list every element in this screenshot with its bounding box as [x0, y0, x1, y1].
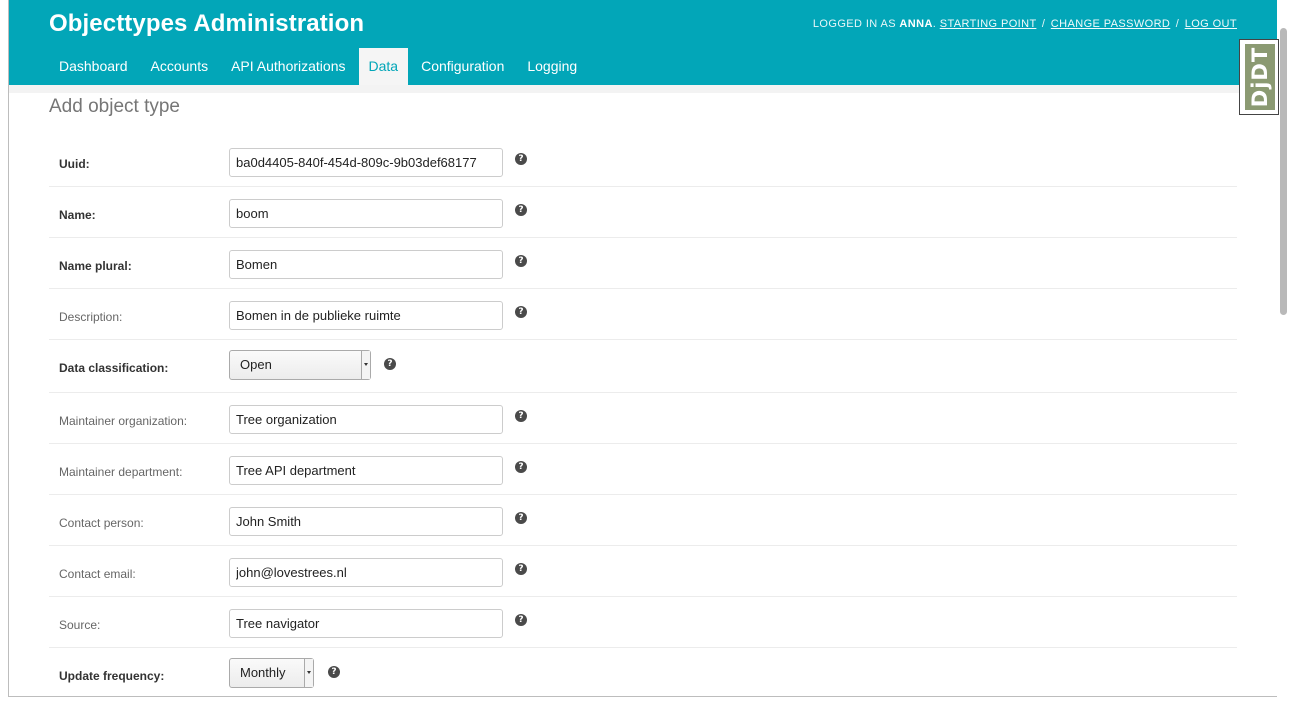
contact-email-label: Contact email:	[59, 567, 136, 581]
form-row-maintainer-organization: Maintainer organization: ?	[49, 393, 1237, 444]
data-classification-value: Open	[240, 357, 272, 372]
contact-person-label: Contact person:	[59, 516, 144, 530]
source-input[interactable]	[229, 609, 503, 638]
description-input[interactable]	[229, 301, 503, 330]
form-row-data-classification: Data classification: Open ?	[49, 340, 1237, 393]
debug-toolbar-handle[interactable]: DjDT	[1239, 39, 1279, 115]
tab-logging[interactable]: Logging	[517, 48, 587, 85]
form-row-description: Description: ?	[49, 289, 1237, 340]
chevron-down-icon[interactable]	[361, 351, 370, 379]
help-icon[interactable]: ?	[384, 358, 396, 370]
header: Objecttypes Administration Logged in as …	[9, 0, 1277, 85]
chevron-down-icon[interactable]	[304, 659, 313, 687]
uuid-label: Uuid:	[59, 157, 90, 171]
form-row-uuid: Uuid: ?	[49, 136, 1237, 187]
help-icon[interactable]: ?	[515, 153, 527, 165]
uuid-input[interactable]	[229, 148, 503, 177]
djdt-label: DjDT	[1248, 46, 1272, 108]
name-input[interactable]	[229, 199, 503, 228]
help-icon[interactable]: ?	[515, 255, 527, 267]
site-title[interactable]: Objecttypes Administration	[49, 10, 364, 38]
help-icon[interactable]: ?	[515, 306, 527, 318]
maintainer-department-input[interactable]	[229, 456, 503, 485]
form-row-contact-email: Contact email: ?	[49, 546, 1237, 597]
help-icon[interactable]: ?	[515, 204, 527, 216]
help-icon[interactable]: ?	[515, 410, 527, 422]
admin-window: Objecttypes Administration Logged in as …	[8, 0, 1277, 697]
contact-person-input[interactable]	[229, 507, 503, 536]
help-icon[interactable]: ?	[515, 563, 527, 575]
main-nav: Dashboard Accounts API Authorizations Da…	[49, 48, 590, 85]
name-label: Name:	[59, 208, 96, 222]
user-tools: Logged in as anna. Starting point / Chan…	[812, 18, 1237, 30]
starting-point-link[interactable]: Starting point	[940, 18, 1037, 30]
change-password-link[interactable]: Change password	[1051, 18, 1170, 30]
update-frequency-label: Update frequency:	[59, 669, 165, 683]
data-classification-label: Data classification:	[59, 361, 169, 375]
source-label: Source:	[59, 618, 101, 632]
breadcrumb-bar	[9, 85, 1277, 93]
form-row-source: Source: ?	[49, 597, 1237, 648]
contact-email-input[interactable]	[229, 558, 503, 587]
form-row-update-frequency: Update frequency: Monthly ?	[49, 648, 1237, 696]
data-classification-select[interactable]: Open	[229, 350, 371, 380]
name-plural-label: Name plural:	[59, 259, 132, 273]
maintainer-department-label: Maintainer department:	[59, 465, 183, 479]
update-frequency-value: Monthly	[240, 665, 286, 680]
username: anna	[899, 18, 933, 30]
add-objecttype-form: Uuid: ? Name: ? Name plural: ? Descripti…	[49, 136, 1237, 696]
help-icon[interactable]: ?	[328, 666, 340, 678]
logged-in-label: Logged in as	[812, 18, 896, 30]
description-label: Description:	[59, 310, 123, 324]
scrollbar-thumb[interactable]	[1280, 28, 1287, 315]
djdt-logo-icon: DjDT	[1245, 44, 1275, 110]
update-frequency-select[interactable]: Monthly	[229, 658, 314, 688]
maintainer-organization-input[interactable]	[229, 405, 503, 434]
help-icon[interactable]: ?	[515, 512, 527, 524]
name-plural-input[interactable]	[229, 250, 503, 279]
maintainer-organization-label: Maintainer organization:	[59, 414, 188, 428]
separator: /	[1041, 18, 1046, 30]
form-row-maintainer-department: Maintainer department: ?	[49, 444, 1237, 495]
log-out-link[interactable]: Log out	[1185, 18, 1237, 30]
tab-data[interactable]: Data	[358, 48, 409, 85]
form-row-name: Name: ?	[49, 187, 1237, 238]
tab-dashboard[interactable]: Dashboard	[49, 48, 138, 85]
separator: /	[1175, 18, 1180, 30]
form-row-contact-person: Contact person: ?	[49, 495, 1237, 546]
tab-accounts[interactable]: Accounts	[141, 48, 219, 85]
form-row-name-plural: Name plural: ?	[49, 238, 1237, 289]
tab-api-authorizations[interactable]: API Authorizations	[221, 48, 355, 85]
help-icon[interactable]: ?	[515, 614, 527, 626]
help-icon[interactable]: ?	[515, 461, 527, 473]
tab-configuration[interactable]: Configuration	[411, 48, 514, 85]
page-title: Add object type	[49, 96, 180, 117]
